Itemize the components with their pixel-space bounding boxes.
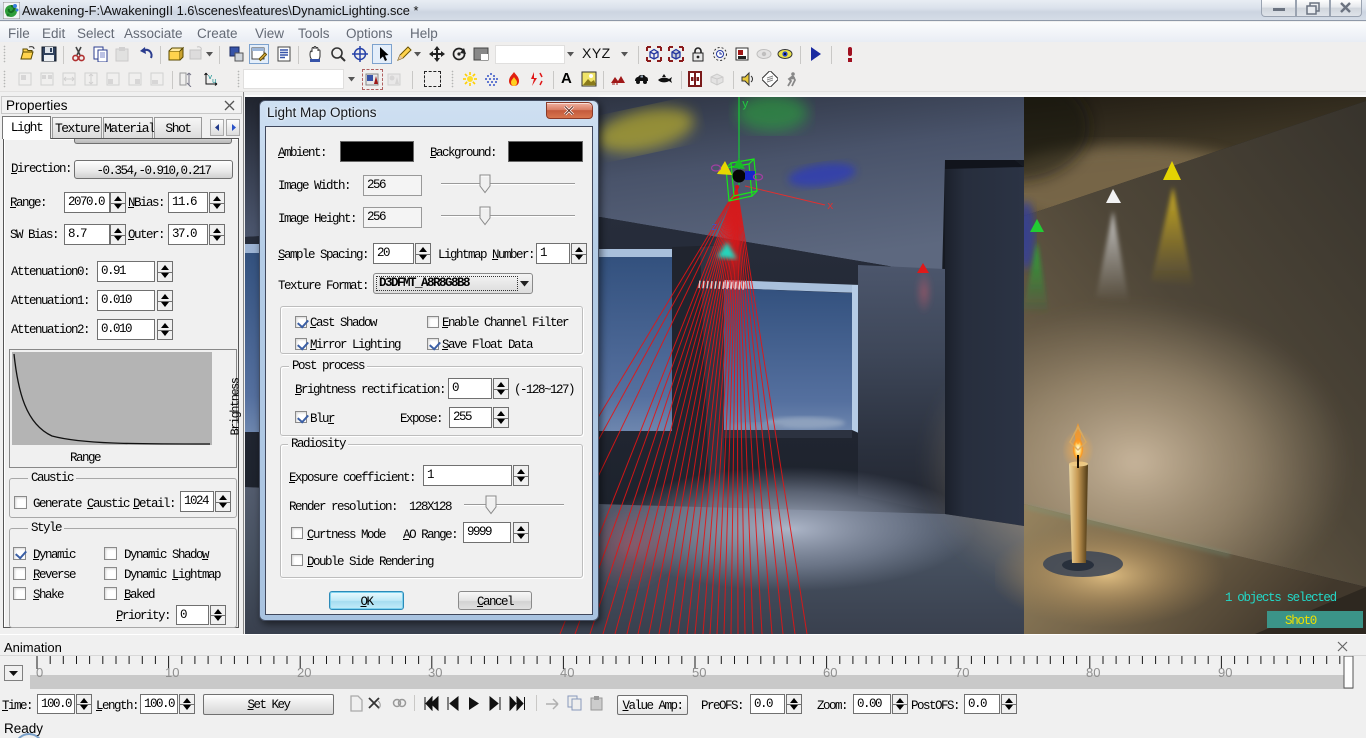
svg-text:10: 10 <box>165 665 179 680</box>
svg-text:70: 70 <box>955 665 969 680</box>
svg-text:90: 90 <box>1218 665 1232 680</box>
svg-text:Shot0: Shot0 <box>1285 614 1317 628</box>
svg-text:1 objects selected: 1 objects selected <box>1225 591 1337 605</box>
svg-text:60: 60 <box>823 665 837 680</box>
svg-text:80: 80 <box>1086 665 1100 680</box>
svg-text:0: 0 <box>36 665 43 680</box>
svg-text:z: z <box>711 222 718 234</box>
svg-text:u: u <box>212 78 216 86</box>
svg-text:y: y <box>742 99 749 111</box>
svg-text:40: 40 <box>560 665 574 680</box>
svg-text:x: x <box>827 201 834 213</box>
svg-text:20: 20 <box>297 665 311 680</box>
svg-text:30: 30 <box>428 665 442 680</box>
svg-text:50: 50 <box>692 665 706 680</box>
